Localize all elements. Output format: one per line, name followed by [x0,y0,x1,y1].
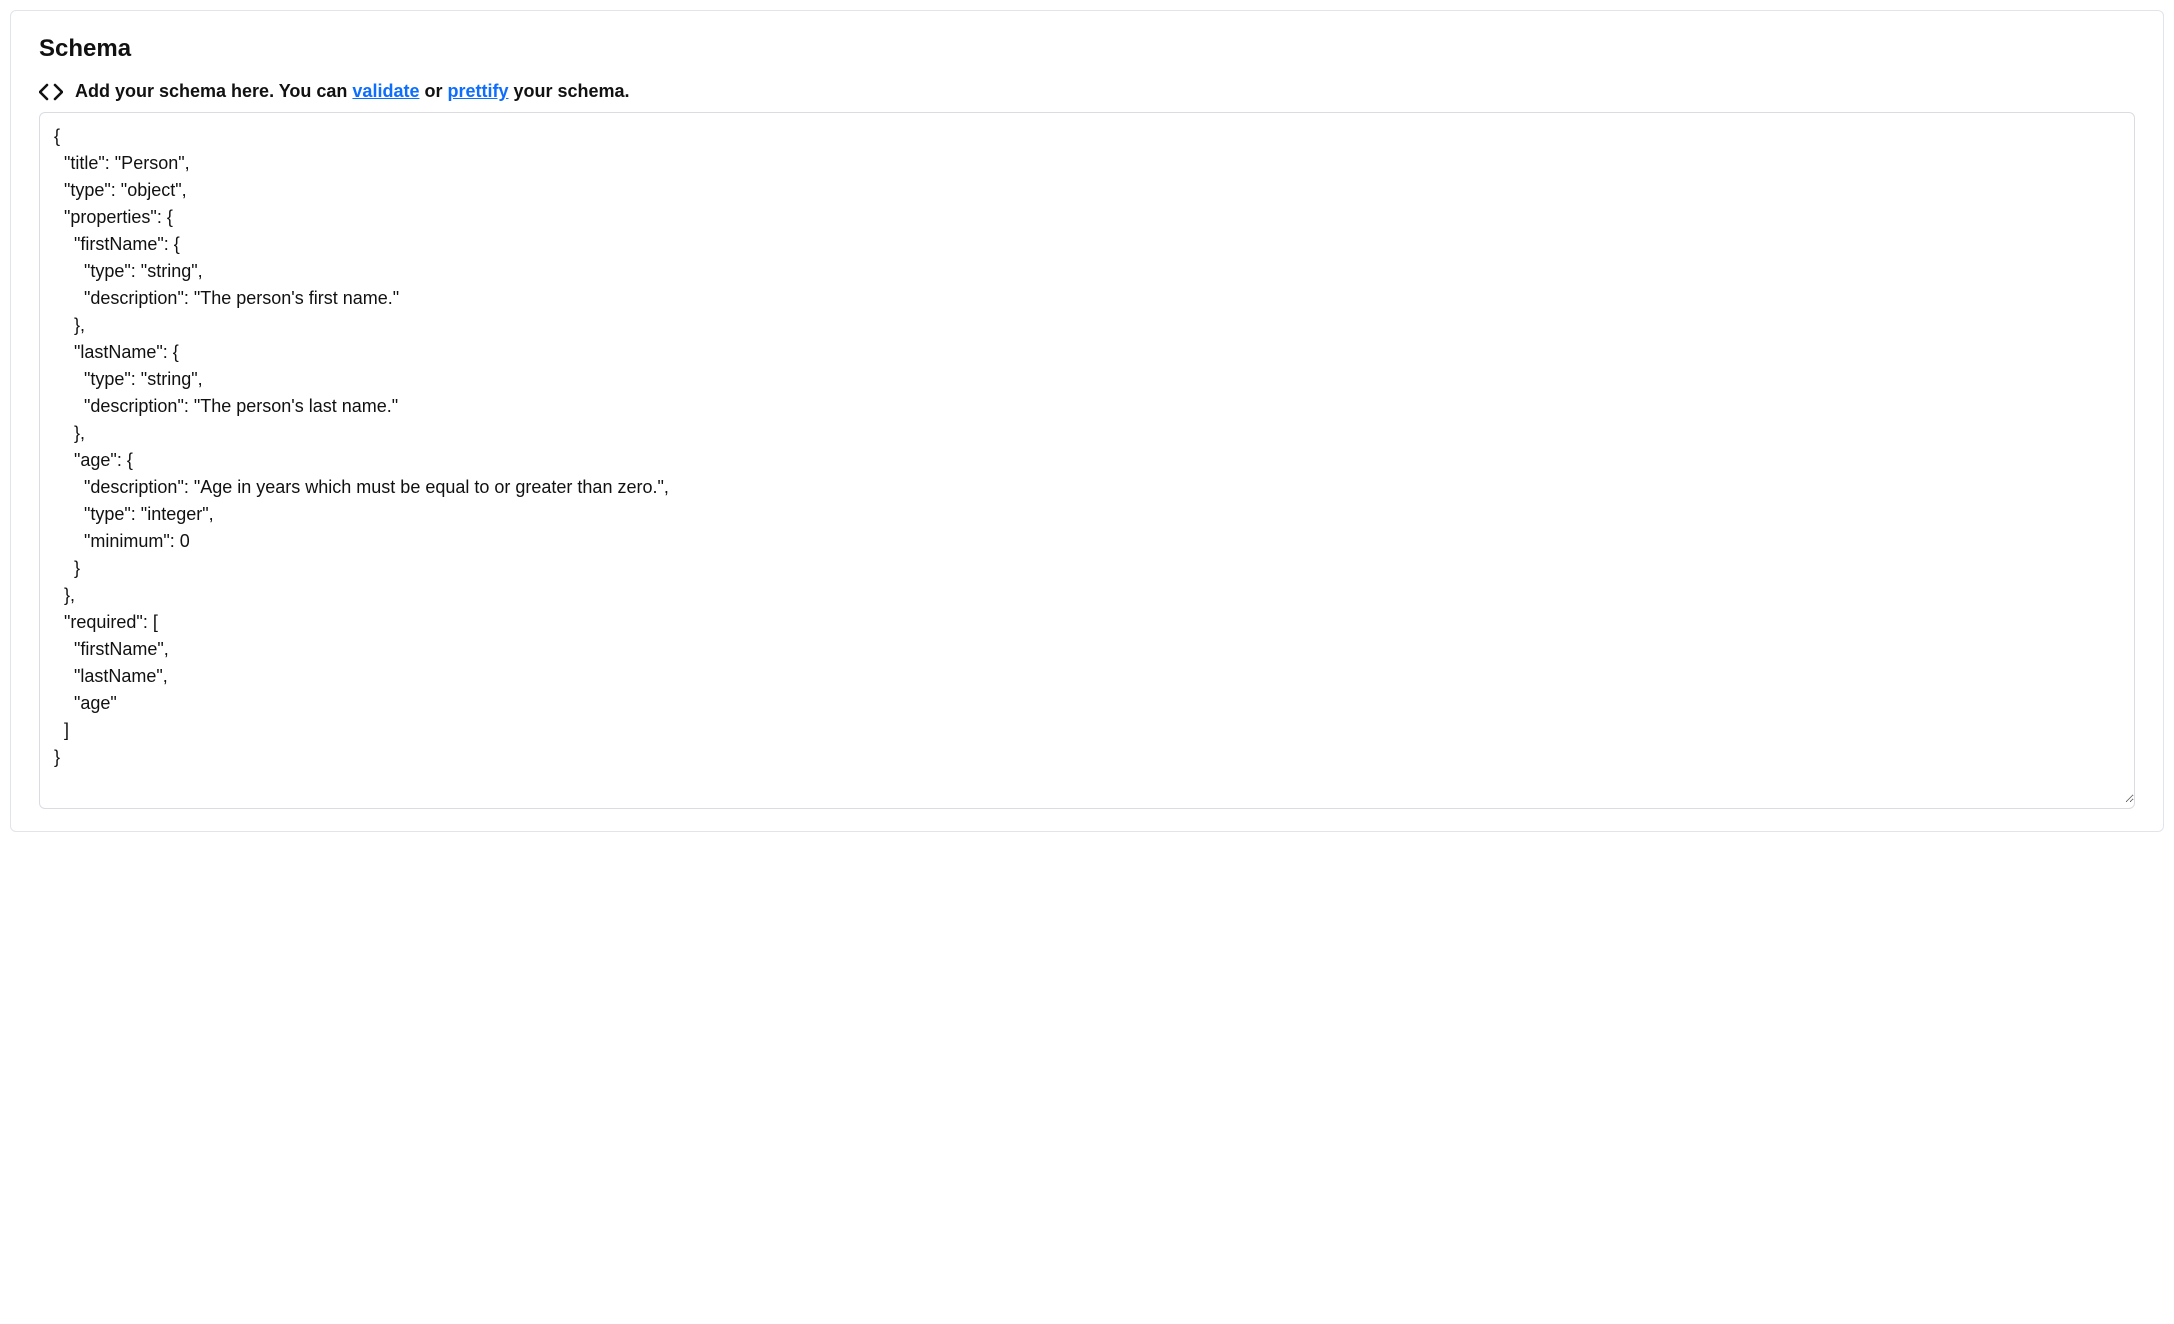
schema-editor[interactable] [40,113,2134,803]
validate-link[interactable]: validate [352,81,419,101]
editor-container [39,112,2135,809]
helper-row: Add your schema here. You can validate o… [39,81,2135,102]
schema-panel: Schema Add your schema here. You can val… [10,10,2164,832]
helper-suffix: your schema. [509,81,630,101]
prettify-link[interactable]: prettify [447,81,508,101]
helper-text: Add your schema here. You can validate o… [75,81,630,102]
helper-middle: or [419,81,447,101]
code-icon [39,83,63,101]
panel-title: Schema [39,35,2135,63]
helper-prefix: Add your schema here. You can [75,81,352,101]
